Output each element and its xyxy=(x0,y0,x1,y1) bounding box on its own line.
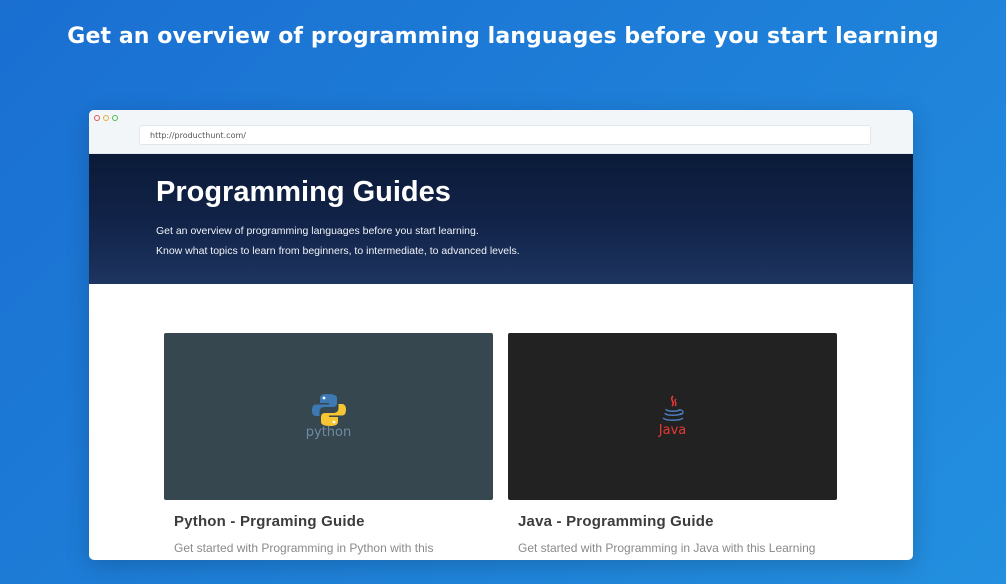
minimize-dot-icon[interactable] xyxy=(103,115,109,121)
page-title: Programming Guides xyxy=(156,176,451,208)
card-image-python[interactable]: python xyxy=(164,333,493,500)
close-dot-icon[interactable] xyxy=(94,115,100,121)
hero-subtitle-line-2: Know what topics to learn from beginners… xyxy=(156,245,520,257)
browser-window: http://producthunt.com/ Programming Guid… xyxy=(89,110,913,560)
guide-card-python[interactable]: python Python - Prgraming Guide Get star… xyxy=(164,333,493,560)
window-controls xyxy=(94,115,118,121)
maximize-dot-icon[interactable] xyxy=(112,115,118,121)
python-logo-label: python xyxy=(305,425,352,440)
card-title-python[interactable]: Python - Prgraming Guide xyxy=(174,513,493,530)
page-headline: Get an overview of programming languages… xyxy=(67,24,939,49)
card-description-python: Get started with Programming in Python w… xyxy=(174,541,434,555)
browser-chrome: http://producthunt.com/ xyxy=(89,110,913,154)
address-bar[interactable]: http://producthunt.com/ xyxy=(139,125,871,145)
card-title-java[interactable]: Java - Programming Guide xyxy=(518,513,837,530)
hero-banner: Programming Guides Get an overview of pr… xyxy=(89,154,913,284)
hero-subtitle-line-1: Get an overview of programming languages… xyxy=(156,225,479,237)
guide-card-java[interactable]: Java Java - Programming Guide Get starte… xyxy=(508,333,837,560)
python-logo-icon xyxy=(311,394,346,426)
java-logo-label: Java xyxy=(658,423,687,438)
java-logo-icon xyxy=(662,395,684,421)
guide-cards: python Python - Prgraming Guide Get star… xyxy=(164,333,837,560)
card-description-java: Get started with Programming in Java wit… xyxy=(518,541,816,555)
card-image-java[interactable]: Java xyxy=(508,333,837,500)
